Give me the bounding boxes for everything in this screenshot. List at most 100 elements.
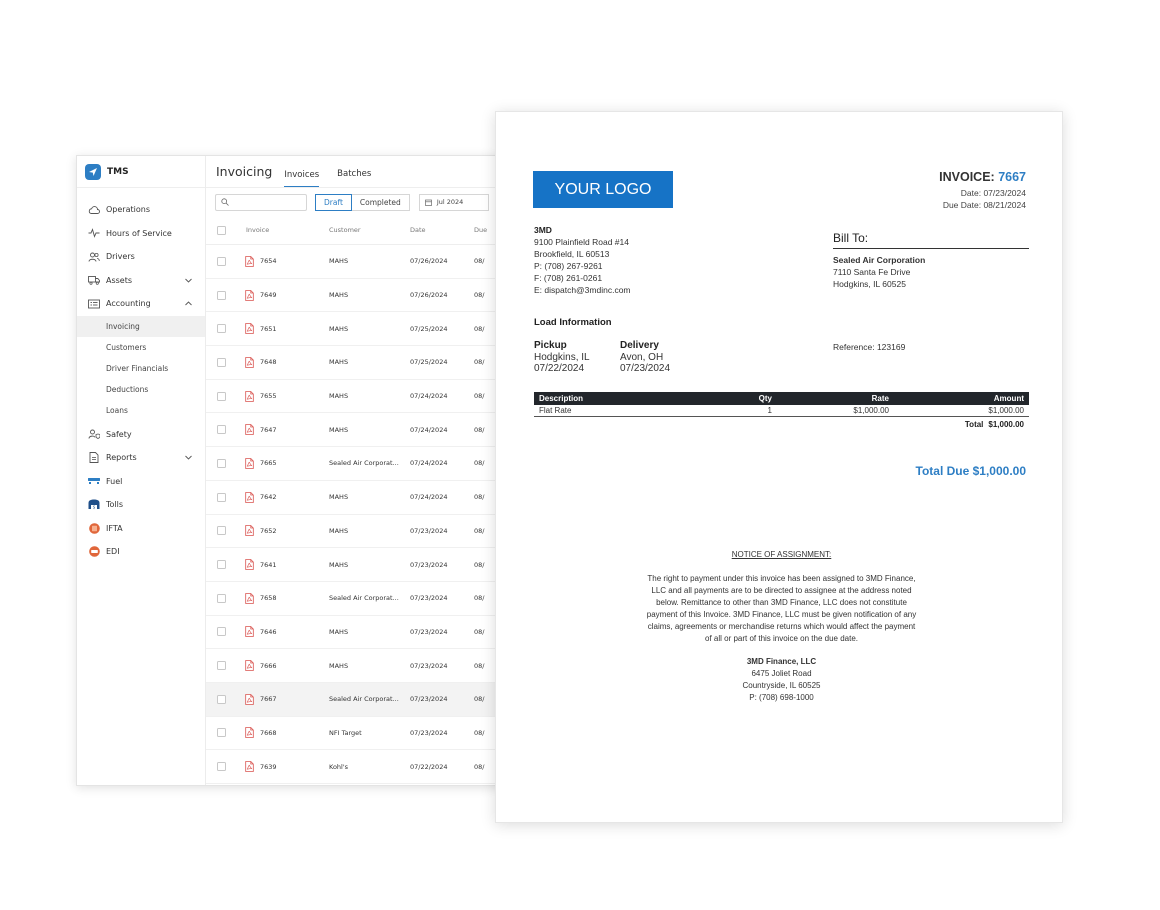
pdf-file-icon[interactable] <box>245 289 254 301</box>
table-row[interactable]: 7658 Sealed Air Corporat... 07/23/2024 08/ <box>206 582 515 616</box>
row-checkbox[interactable] <box>217 391 226 401</box>
invoice-number-cell[interactable]: 7665 <box>260 459 277 467</box>
pdf-file-icon[interactable] <box>245 424 254 436</box>
sidebar-subitem-customers[interactable]: Customers <box>77 337 205 358</box>
sidebar-subitem-driver-financials[interactable]: Driver Financials <box>77 358 205 379</box>
row-checkbox[interactable] <box>217 728 226 738</box>
sidebar-item-reports[interactable]: Reports <box>77 446 205 470</box>
invoice-number-cell[interactable]: 7646 <box>260 628 277 636</box>
table-row[interactable]: 7639 Kohl's 07/22/2024 08/ <box>206 750 515 784</box>
table-row[interactable]: 7666 MAHS 07/23/2024 08/ <box>206 649 515 683</box>
row-checkbox[interactable] <box>217 425 226 435</box>
pdf-file-icon[interactable] <box>245 357 254 368</box>
sidebar-item-ifta[interactable]: IFTA <box>77 517 205 541</box>
invoice-number-cell[interactable]: 7668 <box>260 729 277 737</box>
pdf-file-icon[interactable] <box>245 323 254 335</box>
row-checkbox[interactable] <box>217 256 226 266</box>
invoice-number-cell[interactable]: 7647 <box>260 426 277 434</box>
pdf-file-icon[interactable] <box>245 525 254 537</box>
period-picker[interactable]: Jul 2024 <box>418 193 489 211</box>
invoice-number-cell[interactable]: 7642 <box>260 493 277 501</box>
table-row[interactable]: 7651 MAHS 07/25/2024 08/ <box>206 312 515 347</box>
line-description: Flat Rate <box>539 406 572 415</box>
pdf-file-icon[interactable] <box>245 255 254 267</box>
table-row[interactable]: 7646 MAHS 07/23/2024 08/ <box>206 616 515 650</box>
table-row[interactable]: 7667 Sealed Air Corporat... 07/23/2024 08/ <box>206 682 515 717</box>
status-completed-button[interactable]: Completed <box>351 193 410 211</box>
tab-batches[interactable]: Batches <box>337 169 371 187</box>
tolls-icon: $ <box>88 499 100 511</box>
select-all-checkbox[interactable] <box>217 225 226 235</box>
date-cell: 07/25/2024 <box>410 358 448 367</box>
row-checkbox[interactable] <box>217 627 226 637</box>
table-row[interactable]: 7641 MAHS 07/23/2024 08/ <box>206 548 515 582</box>
chevron-down-icon[interactable] <box>184 276 193 285</box>
customer-cell: MAHS <box>329 257 349 266</box>
row-checkbox[interactable] <box>217 694 226 704</box>
row-checkbox[interactable] <box>217 324 226 334</box>
row-checkbox[interactable] <box>217 593 226 603</box>
chevron-down-icon[interactable] <box>184 453 193 462</box>
sidebar-subitem-deductions[interactable]: Deductions <box>77 379 205 400</box>
table-row[interactable]: 7642 MAHS 07/24/2024 08/ <box>206 481 515 515</box>
table-row[interactable]: 7652 MAHS 07/23/2024 08/ <box>206 515 515 549</box>
pdf-file-icon[interactable] <box>245 626 254 638</box>
table-row[interactable]: 7649 MAHS 07/26/2024 08/ <box>206 279 515 313</box>
pdf-file-icon[interactable] <box>245 761 254 773</box>
sidebar-item-edi[interactable]: EDI <box>77 540 205 564</box>
status-draft-button[interactable]: Draft <box>315 193 352 211</box>
customer-cell: MAHS <box>329 425 349 434</box>
invoice-number-cell[interactable]: 7654 <box>260 257 277 265</box>
row-checkbox[interactable] <box>217 526 226 536</box>
invoice-number-cell[interactable]: 7666 <box>260 662 277 670</box>
sidebar-item-accounting[interactable]: Accounting <box>77 292 205 316</box>
pdf-file-icon[interactable] <box>245 592 254 604</box>
row-checkbox[interactable] <box>217 560 226 570</box>
pdf-file-icon[interactable] <box>245 660 254 671</box>
sidebar-subitem-loans[interactable]: Loans <box>77 400 205 421</box>
invoice-number-cell[interactable]: 7639 <box>260 763 277 771</box>
pdf-file-icon[interactable] <box>245 727 254 739</box>
sidebar-item-tolls[interactable]: $ Tolls <box>77 493 205 517</box>
row-checkbox[interactable] <box>217 458 226 468</box>
table-row[interactable]: 7668 NFI Target 07/23/2024 08/ <box>206 717 515 751</box>
row-checkbox[interactable] <box>217 290 226 300</box>
pdf-file-icon[interactable] <box>245 559 254 570</box>
table-row[interactable]: 7665 Sealed Air Corporat... 07/24/2024 08/ <box>206 447 515 481</box>
invoice-number-cell[interactable]: 7649 <box>260 291 277 299</box>
table-row[interactable]: 7648 MAHS 07/25/2024 08/ <box>206 346 515 380</box>
table-row[interactable]: 7654 MAHS 07/26/2024 08/ <box>206 245 515 279</box>
sidebar-item-assets[interactable]: Assets <box>77 269 205 293</box>
sidebar-item-drivers[interactable]: Drivers <box>77 245 205 269</box>
invoice-number-cell[interactable]: 7667 <box>260 695 277 703</box>
invoice-number-cell[interactable]: 7641 <box>260 561 277 569</box>
column-header-date[interactable]: Date <box>409 226 473 234</box>
row-checkbox[interactable] <box>217 762 226 772</box>
search-input[interactable] <box>215 193 307 211</box>
column-header-invoice[interactable]: Invoice <box>237 226 328 234</box>
invoice-number-cell[interactable]: 7651 <box>260 325 277 333</box>
row-checkbox[interactable] <box>217 357 226 367</box>
tab-invoices[interactable]: Invoices <box>284 170 320 187</box>
row-checkbox[interactable] <box>217 492 226 502</box>
pdf-file-icon[interactable] <box>245 491 254 503</box>
sidebar-item-fuel[interactable]: Fuel <box>77 470 205 494</box>
table-row[interactable]: 7647 MAHS 07/24/2024 08/ <box>206 413 515 448</box>
brand[interactable]: TMS <box>77 156 205 188</box>
sidebar-item-hours-of-service[interactable]: Hours of Service <box>77 222 205 246</box>
column-header-customer[interactable]: Customer <box>328 226 409 234</box>
invoice-number-cell[interactable]: 7652 <box>260 527 277 535</box>
table-row[interactable]: 7655 MAHS 07/24/2024 08/ <box>206 380 515 414</box>
invoice-number-cell[interactable]: 7658 <box>260 594 277 602</box>
invoice-number-cell[interactable]: 7655 <box>260 392 277 400</box>
pdf-file-icon[interactable] <box>245 693 254 705</box>
sidebar-item-operations[interactable]: Operations <box>77 198 205 222</box>
row-checkbox[interactable] <box>217 661 226 671</box>
line-item-row: Flat Rate 1 $1,000.00 $1,000.00 <box>534 405 1029 417</box>
sidebar-item-safety[interactable]: Safety <box>77 423 205 447</box>
pdf-file-icon[interactable] <box>245 390 254 402</box>
sidebar-subitem-invoicing[interactable]: Invoicing <box>77 315 205 337</box>
pdf-file-icon[interactable] <box>245 458 254 469</box>
chevron-up-icon[interactable] <box>184 299 193 308</box>
invoice-number-cell[interactable]: 7648 <box>260 358 277 366</box>
